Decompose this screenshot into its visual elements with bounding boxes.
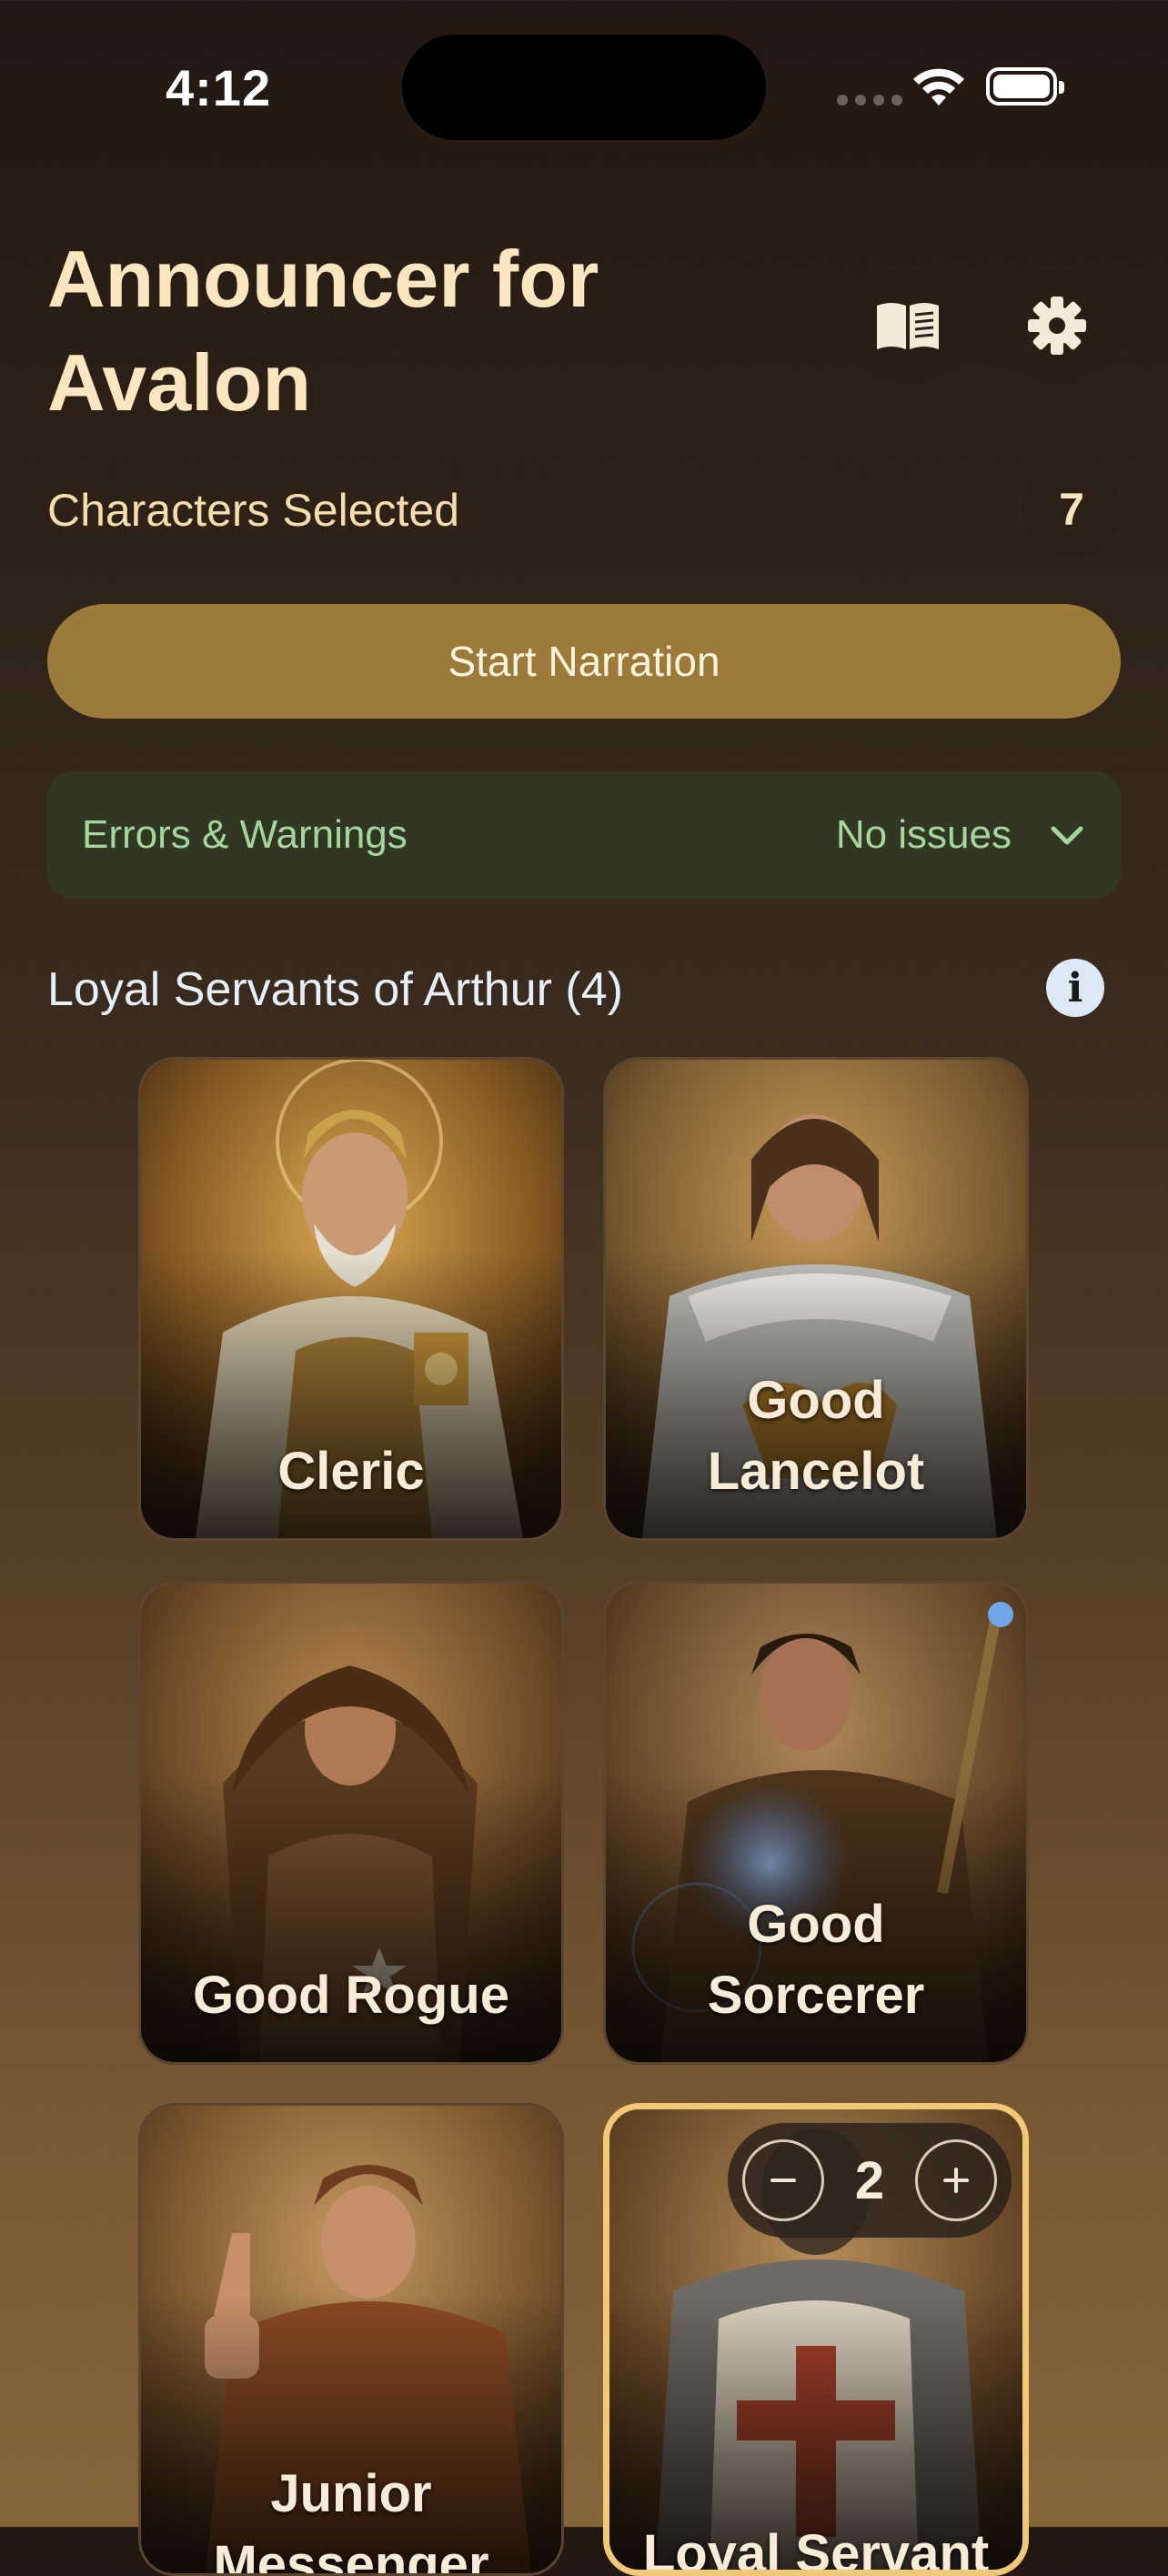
title-line-1: Announcer for — [47, 234, 599, 324]
chevron-down-icon — [1051, 826, 1083, 845]
status-bar: 4:12 — [0, 0, 1168, 164]
wifi-icon — [913, 68, 964, 106]
character-card-name: Loyal Servant — [642, 2524, 990, 2576]
character-card-name: Good Sorcerer — [707, 1895, 925, 2025]
section-title: Loyal Servants of Arthur (4) — [47, 963, 623, 1016]
rules-button[interactable] — [846, 264, 970, 387]
characters-selected-label: Characters Selected — [47, 485, 460, 536]
page-title: Announcer for Avalon — [47, 227, 684, 435]
character-card-name: Cleric — [277, 1442, 425, 1501]
character-card-junior-messenger[interactable]: Junior Messenger — [138, 2103, 564, 2576]
start-narration-button[interactable]: Start Narration — [47, 604, 1121, 719]
status-time: 4:12 — [166, 59, 272, 116]
character-card-good-lancelot[interactable]: Good Lancelot — [603, 1057, 1029, 1541]
info-icon[interactable]: i — [1046, 959, 1104, 1017]
book-icon — [877, 303, 939, 349]
errors-status: No issues — [835, 812, 1012, 857]
character-card-name: Junior Messenger — [213, 2464, 489, 2576]
character-card-good-sorcerer[interactable]: Good Sorcerer — [603, 1581, 1029, 2065]
quantity-stepper[interactable]: 2 — [728, 2123, 1012, 2238]
dynamic-island — [402, 35, 766, 140]
character-card-name: Good Lancelot — [707, 1371, 925, 1501]
plus-icon — [942, 2168, 969, 2193]
errors-warnings-label: Errors & Warnings — [82, 812, 408, 857]
title-line-2: Avalon — [47, 337, 312, 428]
gear-icon — [1028, 297, 1086, 355]
quantity-value: 2 — [854, 2150, 885, 2210]
battery-icon — [986, 67, 1064, 106]
cellular-signal-icon — [837, 95, 902, 106]
character-card-name: Good Rogue — [193, 1966, 509, 2025]
character-card-good-rogue[interactable]: Good Rogue — [138, 1581, 564, 2065]
characters-selected-count: 7 — [1022, 460, 1121, 558]
minus-icon — [770, 2179, 796, 2182]
decrement-button[interactable] — [742, 2139, 824, 2221]
settings-button[interactable] — [995, 264, 1119, 387]
character-card-cleric[interactable]: Cleric — [138, 1057, 564, 1541]
errors-warnings-panel[interactable]: Errors & Warnings No issues — [47, 771, 1121, 899]
increment-button[interactable] — [914, 2139, 997, 2221]
